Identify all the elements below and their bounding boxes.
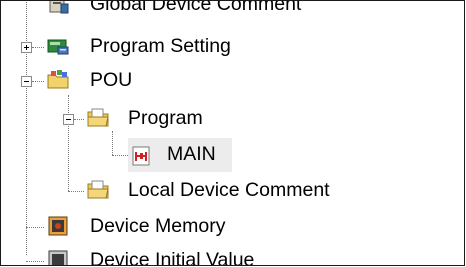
- expand-plus-icon[interactable]: [21, 42, 32, 53]
- comment-book-icon: [46, 0, 70, 16]
- tree-item-label: Device Memory: [90, 215, 226, 237]
- comment-folder-icon: [86, 178, 110, 202]
- project-tree: Global Device Comment Program Setting PO…: [0, 0, 465, 266]
- collapse-minus-icon[interactable]: [63, 114, 74, 125]
- tree-item-main[interactable]: MAIN: [0, 138, 465, 172]
- pou-folder-icon: [46, 68, 70, 92]
- tree-item-label: MAIN: [167, 143, 216, 165]
- ladder-program-icon: [130, 144, 154, 168]
- tree-item-global-device-comment[interactable]: Global Device Comment: [0, 0, 465, 21]
- tree-item-local-device-comment[interactable]: Local Device Comment: [0, 174, 465, 207]
- tree-item-label: Local Device Comment: [128, 179, 330, 201]
- collapse-minus-icon[interactable]: [21, 76, 32, 87]
- device-memory-icon: [46, 214, 70, 238]
- device-initial-value-icon: [46, 248, 70, 266]
- tree-item-label: Program Setting: [90, 35, 231, 57]
- tree-item-program[interactable]: Program: [0, 102, 465, 135]
- tree-item-label: POU: [90, 69, 133, 91]
- program-setting-icon: [46, 34, 70, 58]
- tree-item-program-setting[interactable]: Program Setting: [0, 30, 465, 63]
- program-folder-icon: [86, 106, 110, 130]
- tree-item-label: Global Device Comment: [90, 0, 302, 15]
- tree-item-device-memory[interactable]: Device Memory: [0, 210, 465, 243]
- project-tree-panel: Global Device Comment Program Setting PO…: [0, 0, 465, 266]
- tree-item-label: Program: [128, 107, 203, 129]
- tree-item-label: Device Initial Value: [90, 249, 255, 266]
- tree-item-pou[interactable]: POU: [0, 64, 465, 97]
- tree-item-device-initial-value[interactable]: Device Initial Value: [0, 244, 465, 266]
